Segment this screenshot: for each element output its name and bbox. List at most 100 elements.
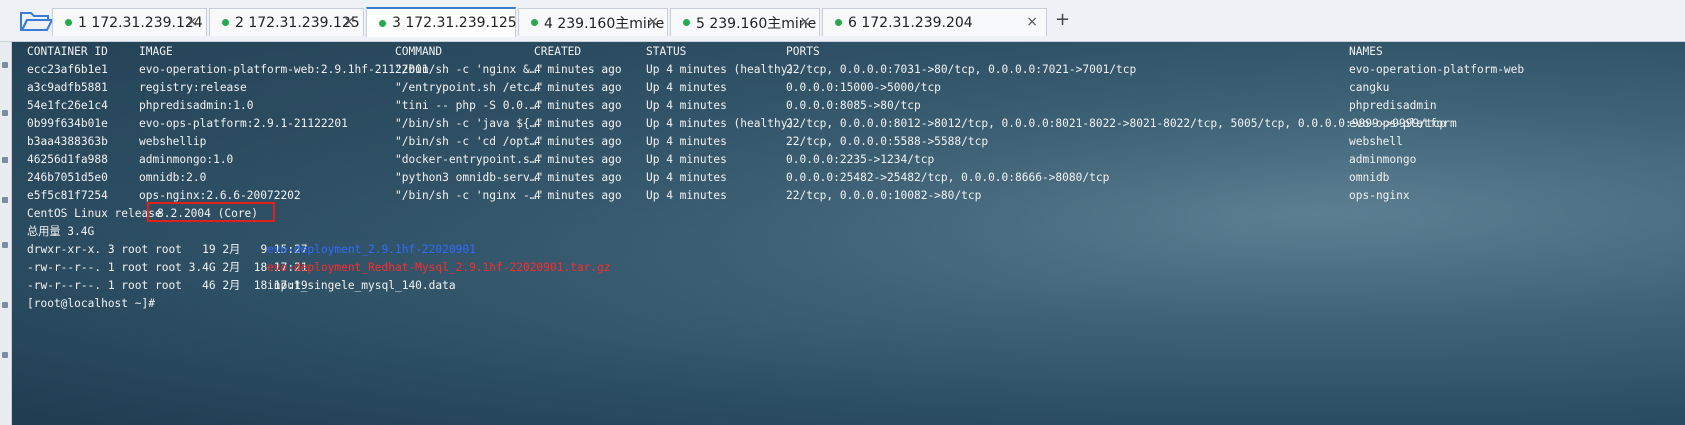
container-id: e5f5c81f7254 bbox=[27, 189, 108, 202]
total-line: 总用量 3.4G bbox=[27, 225, 95, 238]
container-name: ops-nginx bbox=[1349, 189, 1410, 202]
terminal-output[interactable]: CONTAINER ID IMAGE COMMAND CREATED STATU… bbox=[12, 42, 1685, 425]
container-status: Up 4 minutes bbox=[646, 81, 727, 94]
container-created: 4 minutes ago bbox=[534, 81, 622, 94]
connected-dot-icon bbox=[531, 19, 538, 26]
container-ports: 22/tcp, 0.0.0.0:7031->80/tcp, 0.0.0.0:70… bbox=[786, 63, 1137, 76]
container-created: 4 minutes ago bbox=[534, 63, 622, 76]
container-name: phpredisadmin bbox=[1349, 99, 1437, 112]
container-name: evo-ops-platform bbox=[1349, 117, 1457, 130]
strip-marker-icon bbox=[2, 242, 8, 248]
container-status: Up 4 minutes bbox=[646, 99, 727, 112]
tab-label: 6 172.31.239.204 bbox=[848, 14, 973, 31]
connected-dot-icon bbox=[379, 19, 386, 27]
container-status: Up 4 minutes (healthy) bbox=[646, 117, 795, 130]
container-id: ecc23af6b1e1 bbox=[27, 63, 108, 76]
container-image: webshellip bbox=[139, 135, 207, 148]
container-row: 0b99f634b01e evo-ops-platform:2.9.1-2112… bbox=[27, 115, 1457, 133]
shell-prompt[interactable]: [root@localhost ~]# bbox=[27, 295, 155, 313]
close-icon[interactable]: × bbox=[799, 14, 811, 30]
header-status: STATUS bbox=[646, 45, 687, 58]
container-created: 4 minutes ago bbox=[534, 153, 622, 166]
container-ports: 0.0.0.0:2235->1234/tcp bbox=[786, 153, 935, 166]
tab-5[interactable]: 5 239.160主mine × bbox=[670, 8, 820, 36]
container-status: Up 4 minutes bbox=[646, 153, 727, 166]
container-image: phpredisadmin:1.0 bbox=[139, 99, 254, 112]
header-ports: PORTS bbox=[786, 45, 820, 58]
container-name: cangku bbox=[1349, 81, 1390, 94]
container-row: 46256d1fa988 adminmongo:1.0 "docker-entr… bbox=[27, 151, 1416, 169]
close-icon[interactable]: × bbox=[343, 14, 355, 30]
container-command: "/bin/sh -c 'nginx -…" bbox=[395, 189, 544, 202]
container-created: 4 minutes ago bbox=[534, 135, 622, 148]
container-id: 0b99f634b01e bbox=[27, 117, 108, 130]
close-icon[interactable]: × bbox=[186, 14, 198, 30]
tab-label: 2 172.31.239.125 bbox=[235, 14, 360, 31]
container-ports: 0.0.0.0:8085->80/tcp bbox=[786, 99, 921, 112]
file-name-archive: evo-deployment_Redhat-Mysql_2.9.1hf-2202… bbox=[267, 261, 611, 274]
file-row: drwxr-xr-x. 3 root root 19 2月 9 15:27 ev… bbox=[27, 241, 476, 259]
container-created: 4 minutes ago bbox=[534, 99, 622, 112]
header-command: COMMAND bbox=[395, 45, 443, 58]
container-ports: 0.0.0.0:15000->5000/tcp bbox=[786, 81, 941, 94]
container-status: Up 4 minutes (healthy) bbox=[646, 63, 795, 76]
container-name: adminmongo bbox=[1349, 153, 1417, 166]
container-command: "tini -- php -S 0.0.…" bbox=[395, 99, 544, 112]
container-ports: 22/tcp, 0.0.0.0:5588->5588/tcp bbox=[786, 135, 989, 148]
container-status: Up 4 minutes bbox=[646, 189, 727, 202]
container-created: 4 minutes ago bbox=[534, 171, 622, 184]
plus-icon[interactable]: + bbox=[1055, 9, 1070, 30]
connected-dot-icon bbox=[835, 19, 842, 26]
tab-3[interactable]: 3 172.31.239.125 bbox=[366, 7, 517, 37]
container-image: adminmongo:1.0 bbox=[139, 153, 234, 166]
container-row: ecc23af6b1e1 evo-operation-platform-web:… bbox=[27, 61, 1524, 79]
file-name: input_singele_mysql_140.data bbox=[267, 279, 456, 292]
container-image: evo-operation-platform-web:2.9.1hf-21122… bbox=[139, 63, 429, 76]
container-name: webshell bbox=[1349, 135, 1403, 148]
container-command: "python3 omnidb-serv…" bbox=[395, 171, 544, 184]
file-row: -rw-r--r--. 1 root root 3.4G 2月 18 17:21… bbox=[27, 259, 611, 277]
container-id: 54e1fc26e1c4 bbox=[27, 99, 108, 112]
container-status: Up 4 minutes bbox=[646, 135, 727, 148]
container-ports: 0.0.0.0:25482->25482/tcp, 0.0.0.0:8666->… bbox=[786, 171, 1110, 184]
connected-dot-icon bbox=[65, 19, 72, 26]
strip-marker-icon bbox=[2, 197, 8, 203]
side-strip bbox=[0, 42, 12, 425]
connected-dot-icon bbox=[222, 19, 229, 26]
tab-4[interactable]: 4 239.160主mine × bbox=[518, 8, 668, 36]
container-command: "docker-entrypoint.s…" bbox=[395, 153, 544, 166]
close-icon[interactable]: × bbox=[1026, 14, 1038, 30]
container-row: 54e1fc26e1c4 phpredisadmin:1.0 "tini -- … bbox=[27, 97, 1437, 115]
strip-marker-icon bbox=[2, 302, 8, 308]
tab-6[interactable]: 6 172.31.239.204 × bbox=[822, 8, 1047, 36]
connected-dot-icon bbox=[683, 19, 690, 26]
container-name: evo-operation-platform-web bbox=[1349, 63, 1525, 76]
folder-open-icon[interactable] bbox=[18, 8, 54, 34]
tab-bar: 1 172.31.239.124 × 2 172.31.239.125 × 3 … bbox=[0, 0, 1685, 42]
container-name: omnidb bbox=[1349, 171, 1390, 184]
header-container-id: CONTAINER ID bbox=[27, 45, 108, 58]
container-image: omnidb:2.0 bbox=[139, 171, 207, 184]
tab-label: 3 172.31.239.125 bbox=[392, 15, 517, 31]
strip-marker-icon bbox=[2, 352, 8, 358]
docker-header-row: CONTAINER ID IMAGE COMMAND CREATED STATU… bbox=[27, 43, 1383, 61]
tab-label: 1 172.31.239.124 bbox=[78, 14, 203, 31]
tab-1[interactable]: 1 172.31.239.124 × bbox=[52, 8, 207, 36]
container-row: b3aa4388363b webshellip "/bin/sh -c 'cd … bbox=[27, 133, 1403, 151]
file-row: -rw-r--r--. 1 root root 46 2月 18 17:19 i… bbox=[27, 277, 456, 295]
tab-label: 5 239.160主mine bbox=[696, 15, 817, 32]
header-created: CREATED bbox=[534, 45, 582, 58]
release-line: CentOS Linux release 8.2.2004 (Core) bbox=[27, 205, 258, 223]
container-id: 46256d1fa988 bbox=[27, 153, 108, 166]
container-id: a3c9adfb5881 bbox=[27, 81, 108, 94]
tab-2[interactable]: 2 172.31.239.125 × bbox=[209, 8, 364, 36]
tab-label: 4 239.160主mine bbox=[544, 15, 665, 32]
container-row: e5f5c81f7254 ops-nginx:2.6.6-20072202 "/… bbox=[27, 187, 1410, 205]
container-created: 4 minutes ago bbox=[534, 189, 622, 202]
header-image: IMAGE bbox=[139, 45, 173, 58]
container-image: registry:release bbox=[139, 81, 247, 94]
container-status: Up 4 minutes bbox=[646, 171, 727, 184]
close-icon[interactable]: × bbox=[647, 14, 659, 30]
container-command: "/entrypoint.sh /etc…" bbox=[395, 81, 544, 94]
container-image: evo-ops-platform:2.9.1-21122201 bbox=[139, 117, 348, 130]
